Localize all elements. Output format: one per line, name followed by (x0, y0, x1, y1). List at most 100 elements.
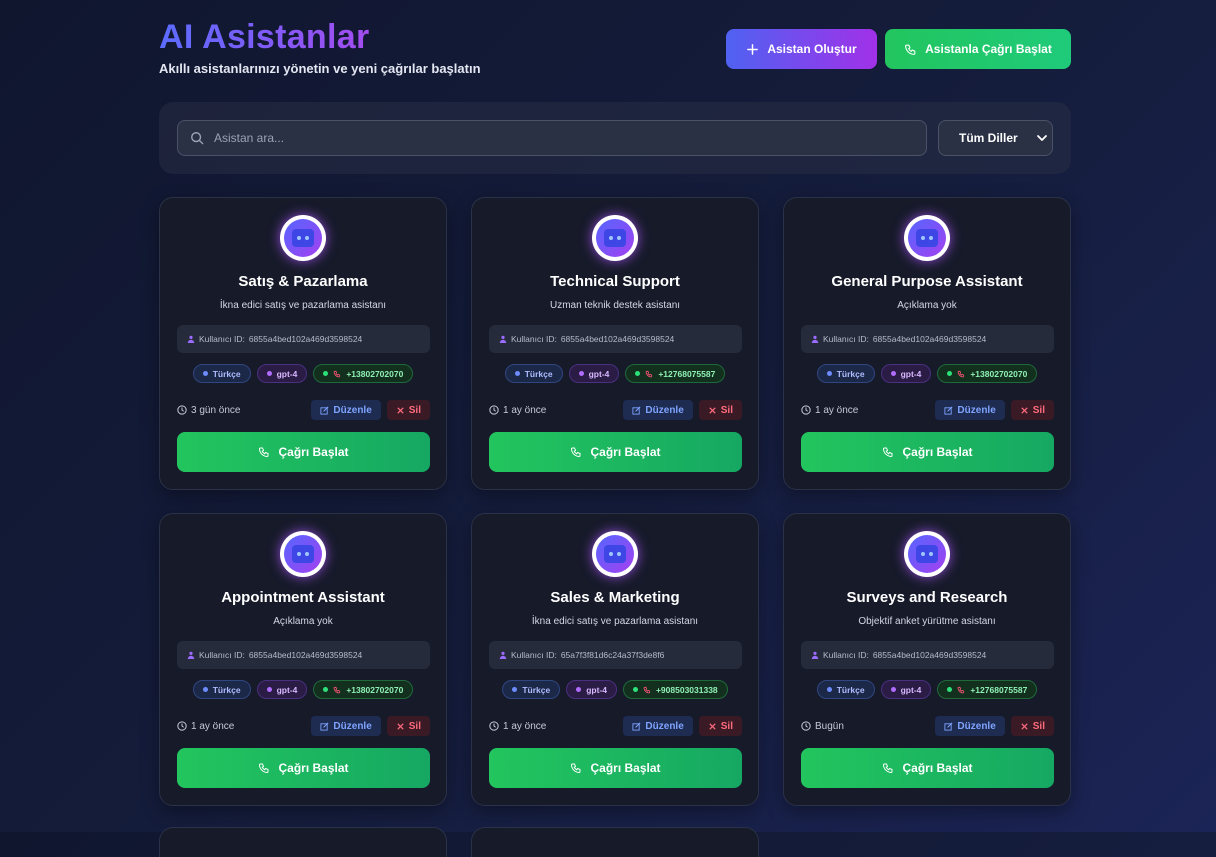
assistant-card: Appointment Assistant Açıklama yok Kulla… (159, 513, 447, 806)
bot-icon (292, 229, 314, 247)
assistant-card: Sales & Marketing İkna edici satış ve pa… (471, 513, 759, 806)
bot-icon (604, 229, 626, 247)
edit-button[interactable]: Düzenle (935, 400, 1005, 420)
search-icon (191, 132, 204, 145)
user-id-prefix: Kullanıcı ID: (511, 334, 557, 344)
updated-time: 1 ay önce (489, 721, 546, 732)
phone-icon (571, 763, 581, 774)
start-call-button[interactable]: Çağrı Başlat (489, 748, 742, 788)
language-filter-select[interactable]: Tüm Diller (938, 120, 1053, 156)
bot-icon (916, 229, 938, 247)
user-id-prefix: Kullanıcı ID: (823, 334, 869, 344)
assistant-name: Satış & Pazarlama (238, 273, 368, 290)
search-input[interactable] (214, 131, 894, 145)
user-id-value: 6855a4bed102a469d3598524 (248, 650, 363, 660)
user-id-prefix: Kullanıcı ID: (199, 650, 245, 660)
language-tag: Türkçe (502, 680, 561, 699)
page-title: AI Asistanlar (159, 18, 370, 56)
create-assistant-button[interactable]: Asistan Oluştur (726, 29, 877, 69)
user-icon (187, 335, 195, 343)
assistant-card: Satış & Pazarlama İkna edici satış ve pa… (159, 197, 447, 490)
model-tag: gpt-4 (256, 364, 308, 383)
edit-button[interactable]: Düzenle (623, 400, 693, 420)
assistant-description: Uzman teknik destek asistanı (549, 300, 681, 311)
start-call-button[interactable]: Çağrı Başlat (177, 432, 430, 472)
model-tag: gpt-4 (568, 364, 620, 383)
search-box[interactable] (177, 120, 927, 156)
language-tag: Türkçe (816, 364, 875, 383)
create-assistant-label: Asistan Oluştur (767, 42, 857, 56)
phone-icon (259, 447, 269, 458)
assistant-description: Açıklama yok (273, 616, 333, 627)
user-id-value: 65a7f3f81d6c24a37f3de8f6 (560, 650, 665, 660)
clock-icon (489, 405, 499, 415)
edit-icon (320, 722, 329, 731)
edit-icon (944, 406, 953, 415)
updated-time: 3 gün önce (177, 405, 241, 416)
delete-button[interactable]: Sil (386, 716, 430, 736)
start-call-button[interactable]: Çağrı Başlat (489, 432, 742, 472)
phone-tag: +13802702070 (313, 680, 414, 699)
user-id-row: Kullanıcı ID: 65a7f3f81d6c24a37f3de8f6 (489, 641, 742, 669)
edit-button[interactable]: Düzenle (311, 400, 381, 420)
bot-icon (916, 545, 938, 563)
user-id-value: 6855a4bed102a469d3598524 (872, 334, 987, 344)
card-meta: 3 gün önce Düzenle Sil (177, 400, 430, 420)
phone-icon (333, 686, 341, 693)
user-icon (499, 335, 507, 343)
user-id-row: Kullanıcı ID: 6855a4bed102a469d3598524 (489, 325, 742, 353)
assistant-avatar (592, 215, 638, 261)
language-tag: Türkçe (816, 680, 875, 699)
chevron-down-icon (1036, 135, 1047, 141)
language-tag: Türkçe (504, 364, 563, 383)
user-id-value: 6855a4bed102a469d3598524 (872, 650, 987, 660)
card-meta: 1 ay önce Düzenle Sil (489, 716, 742, 736)
phone-tag: +13802702070 (313, 364, 414, 383)
delete-button[interactable]: Sil (698, 716, 742, 736)
delete-button[interactable]: Sil (386, 400, 430, 420)
phone-tag: +12768075587 (625, 364, 726, 383)
assistant-card: Technical Support Uzman teknik destek as… (471, 197, 759, 490)
delete-button[interactable]: Sil (1010, 400, 1054, 420)
assistant-description: Objektif anket yürütme asistanı (858, 616, 996, 627)
delete-button[interactable]: Sil (698, 400, 742, 420)
phone-icon (883, 447, 893, 458)
delete-button[interactable]: Sil (1010, 716, 1054, 736)
user-id-value: 6855a4bed102a469d3598524 (248, 334, 363, 344)
edit-button[interactable]: Düzenle (935, 716, 1005, 736)
edit-icon (632, 406, 641, 415)
assistant-name: Appointment Assistant (221, 589, 385, 606)
assistant-description: Açıklama yok (897, 300, 957, 311)
updated-time: Bugün (801, 721, 844, 732)
start-call-button[interactable]: Çağrı Başlat (801, 748, 1054, 788)
assistant-card: Surveys and Research Objektif anket yürü… (783, 513, 1071, 806)
user-id-value: 6855a4bed102a469d3598524 (560, 334, 675, 344)
start-call-button[interactable]: Çağrı Başlat (177, 748, 430, 788)
user-id-row: Kullanıcı ID: 6855a4bed102a469d3598524 (177, 325, 430, 353)
close-icon (1021, 406, 1028, 414)
clock-icon (177, 405, 187, 415)
assistant-description: İkna edici satış ve pazarlama asistanı (219, 300, 387, 311)
phone-icon (883, 763, 893, 774)
user-id-row: Kullanıcı ID: 6855a4bed102a469d3598524 (801, 641, 1054, 669)
start-call-button[interactable]: Çağrı Başlat (801, 432, 1054, 472)
clock-icon (801, 721, 811, 731)
start-assistant-call-label: Asistanla Çağrı Başlat (925, 42, 1052, 56)
edit-button[interactable]: Düzenle (623, 716, 693, 736)
model-tag: gpt-4 (256, 680, 308, 699)
phone-tag: +13802702070 (937, 364, 1038, 383)
tag-row: Türkçe gpt-4 +12768075587 (472, 364, 758, 383)
assistant-name: Surveys and Research (846, 589, 1008, 606)
card-meta: 1 ay önce Düzenle Sil (177, 716, 430, 736)
edit-icon (632, 722, 641, 731)
card-meta: Bugün Düzenle Sil (801, 716, 1054, 736)
assistants-page: AI Asistanlar Akıllı asistanlarınızı yön… (159, 0, 1071, 857)
tag-row: Türkçe gpt-4 +13802702070 (160, 364, 446, 383)
user-id-row: Kullanıcı ID: 6855a4bed102a469d3598524 (177, 641, 430, 669)
updated-time: 1 ay önce (489, 405, 546, 416)
updated-time: 1 ay önce (177, 721, 234, 732)
user-icon (811, 651, 819, 659)
edit-button[interactable]: Düzenle (311, 716, 381, 736)
language-tag: Türkçe (192, 364, 251, 383)
start-assistant-call-button[interactable]: Asistanla Çağrı Başlat (885, 29, 1071, 69)
